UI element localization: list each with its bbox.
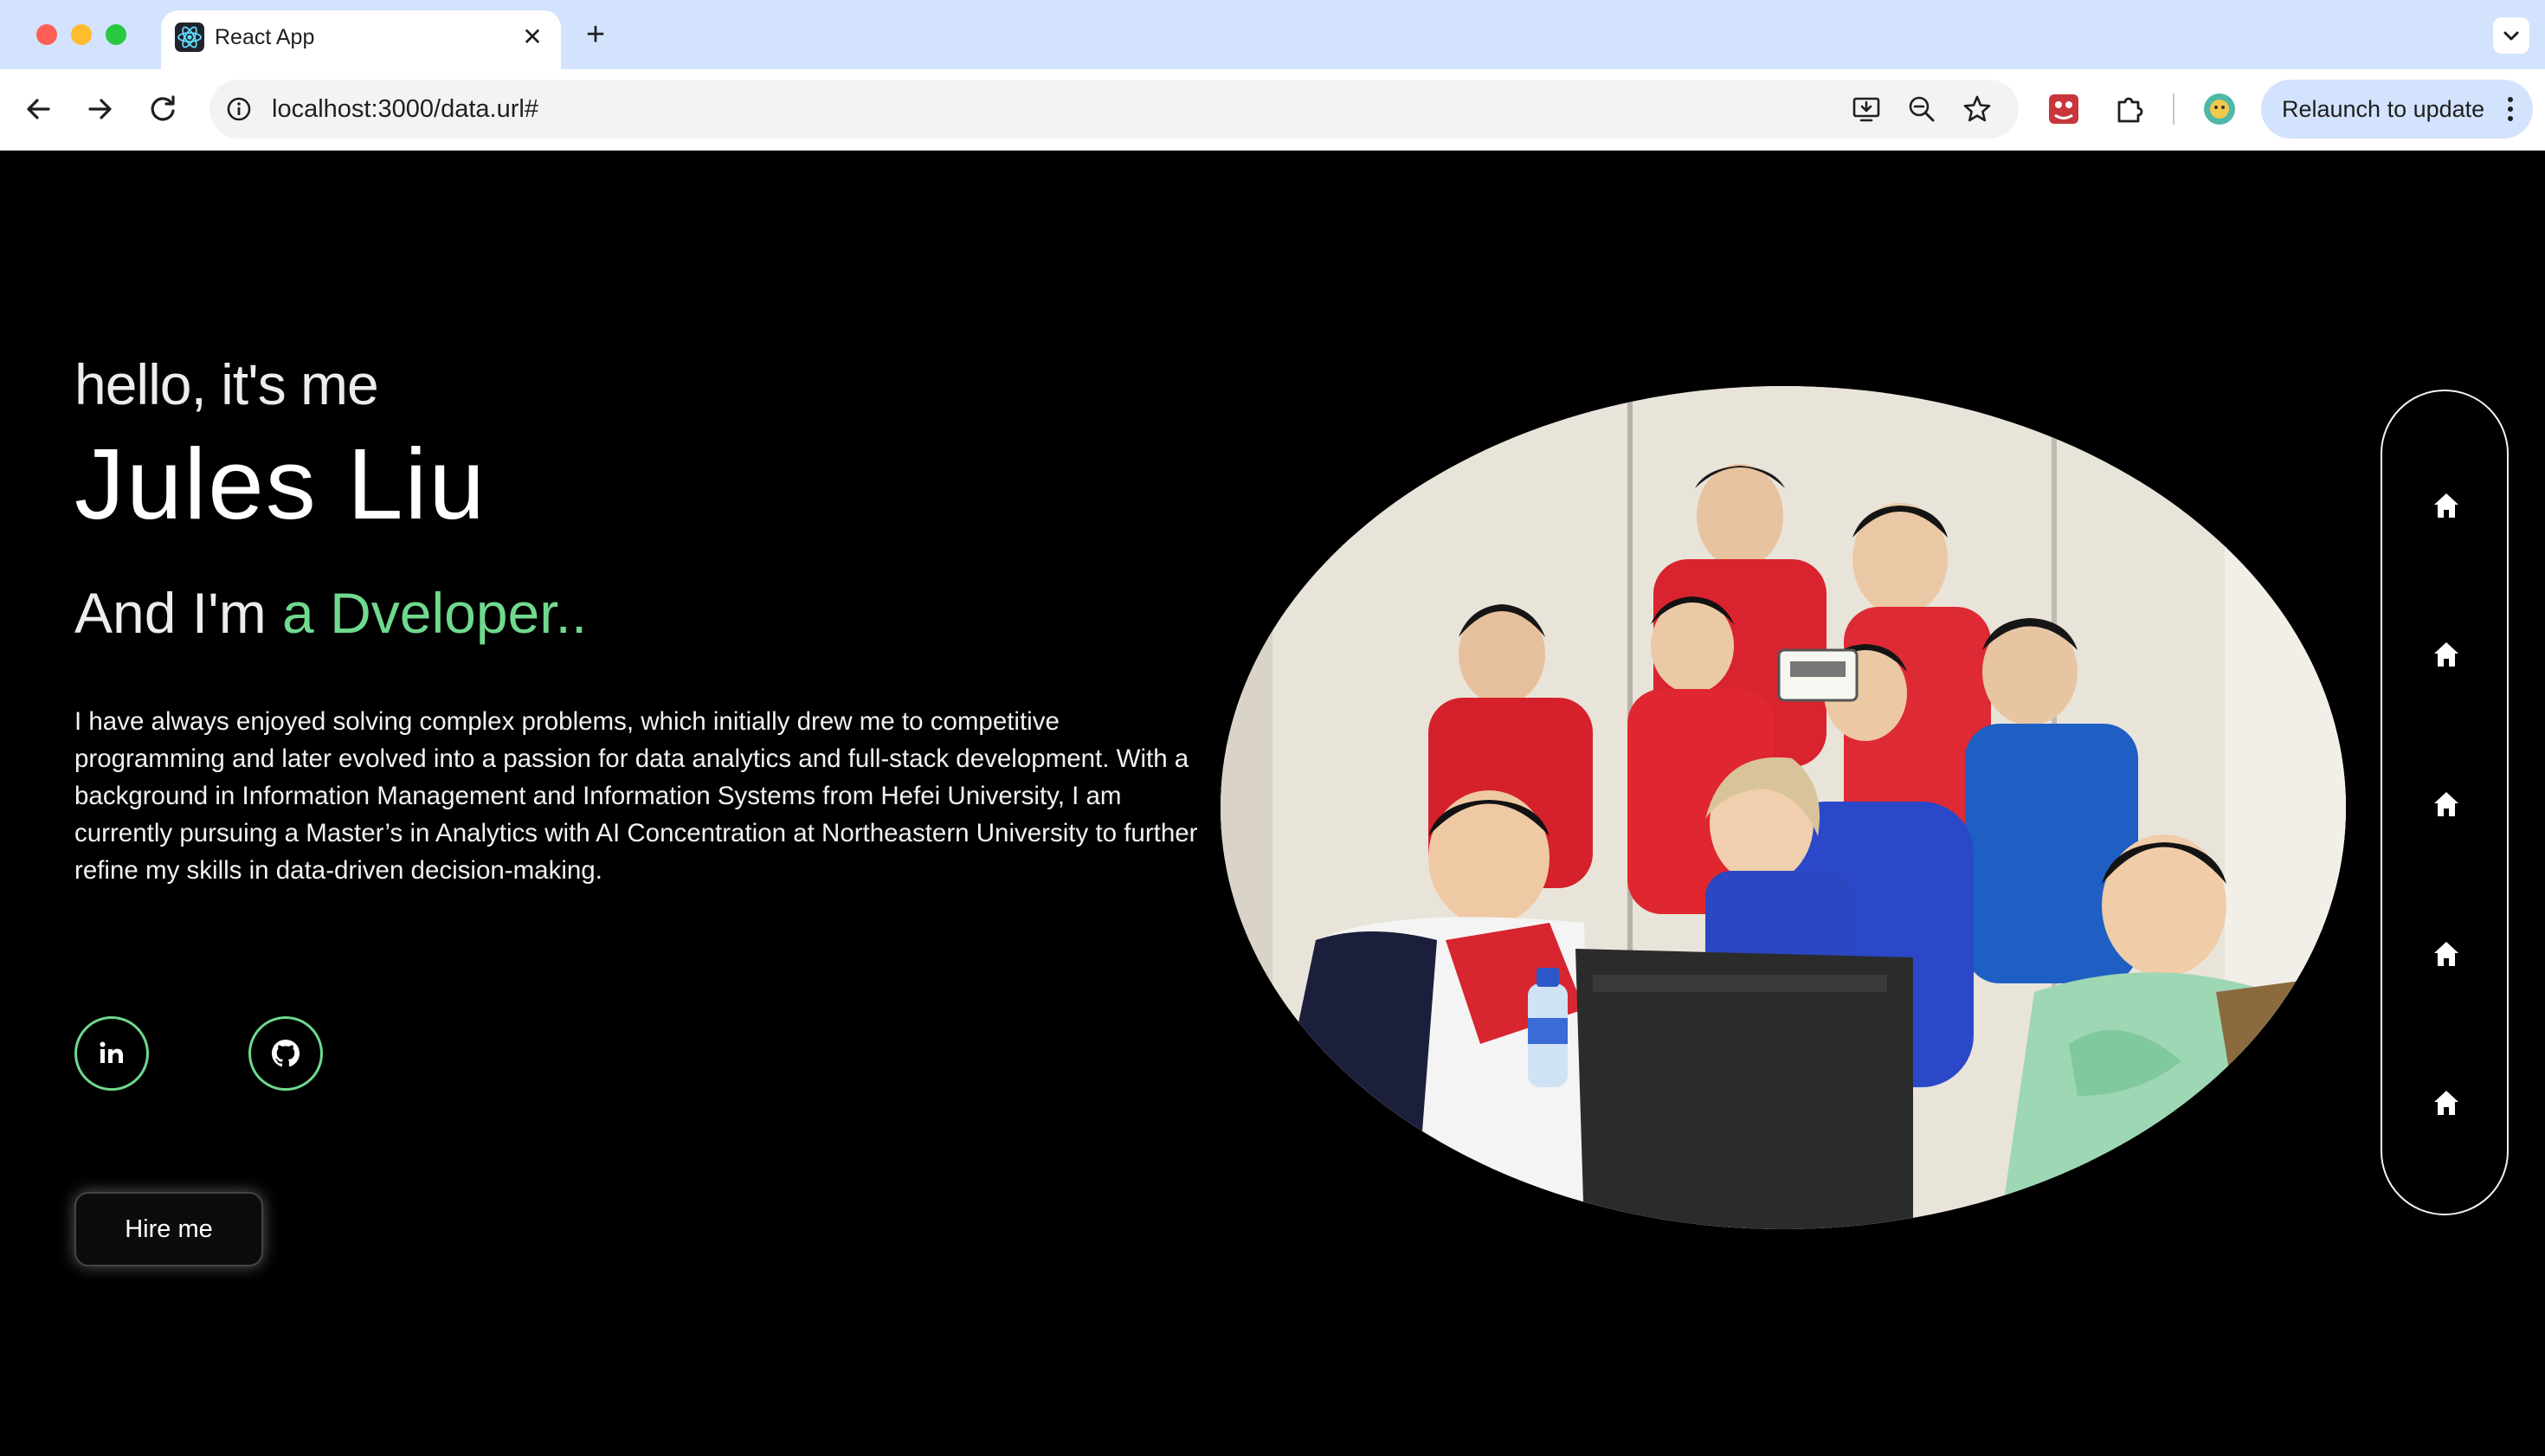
browser-toolbar: localhost:3000/data.url# Relaunch to upd… [0, 69, 2545, 151]
close-window-button[interactable] [36, 24, 57, 45]
home-icon [2434, 1091, 2458, 1115]
role-line: And I'm a Dveloper.. [74, 578, 587, 647]
home-icon [2434, 493, 2458, 518]
page-viewport: hello, it's me Jules Liu And I'm a Dvelo… [0, 151, 2545, 1456]
profile-avatar[interactable] [2202, 92, 2237, 126]
forward-button[interactable] [80, 88, 121, 130]
toolbar-divider [2173, 93, 2175, 125]
bio-paragraph: I have always enjoyed solving complex pr… [74, 707, 1198, 885]
github-link[interactable] [248, 1016, 323, 1091]
extension-red-icon[interactable] [2046, 92, 2081, 126]
arrow-left-icon [27, 99, 50, 119]
side-navigation [2381, 390, 2509, 1215]
extensions-puzzle-icon[interactable] [2112, 92, 2147, 126]
zoom-icon[interactable] [1906, 93, 1937, 125]
tab-title: React App [215, 25, 315, 49]
greeting-text: hello, it's me [74, 352, 379, 416]
browser-tabstrip: React App ✕ + [0, 0, 2545, 69]
side-nav-item-2[interactable] [2424, 632, 2469, 677]
hero-name: Jules Liu [74, 428, 486, 540]
relaunch-label: Relaunch to update [2282, 96, 2485, 122]
side-nav-item-4[interactable] [2424, 931, 2469, 976]
react-logo-icon [175, 23, 204, 52]
side-nav-item-5[interactable] [2424, 1080, 2469, 1125]
role-prefix: And I'm [74, 581, 267, 645]
home-icon [2434, 792, 2458, 816]
browser-tab-active[interactable]: React App ✕ [161, 10, 561, 69]
reload-button[interactable] [142, 88, 184, 130]
maximize-window-button[interactable] [106, 24, 126, 45]
home-icon [2434, 642, 2458, 667]
side-nav-item-1[interactable] [2424, 483, 2469, 528]
address-bar[interactable]: localhost:3000/data.url# [209, 80, 2019, 139]
linkedin-link[interactable] [74, 1016, 149, 1091]
group-photo-illustration [1221, 386, 2346, 1229]
arrow-right-icon [88, 99, 112, 119]
home-icon [2434, 942, 2458, 966]
hero-photo [1221, 386, 2346, 1229]
chevron-down-icon [2503, 31, 2519, 41]
relaunch-to-update-button[interactable]: Relaunch to update [2261, 80, 2533, 139]
side-nav-item-3[interactable] [2424, 782, 2469, 827]
role-typing-text: a Dveloper.. [282, 581, 588, 645]
hire-me-button[interactable]: Hire me [74, 1192, 263, 1266]
github-icon [272, 1040, 300, 1067]
back-button[interactable] [17, 88, 59, 130]
hire-me-label: Hire me [125, 1215, 213, 1243]
install-app-icon[interactable] [1851, 93, 1882, 125]
reload-icon [151, 95, 175, 121]
site-info-icon[interactable] [223, 93, 254, 125]
tab-close-icon[interactable]: ✕ [519, 24, 545, 50]
minimize-window-button[interactable] [71, 24, 92, 45]
more-vertical-icon [2502, 90, 2519, 128]
bookmark-star-icon[interactable] [1962, 93, 1993, 125]
linkedin-icon [100, 1041, 123, 1063]
url-text[interactable]: localhost:3000/data.url# [272, 93, 538, 125]
new-tab-button[interactable]: + [580, 18, 611, 51]
tab-search-button[interactable] [2493, 17, 2529, 54]
